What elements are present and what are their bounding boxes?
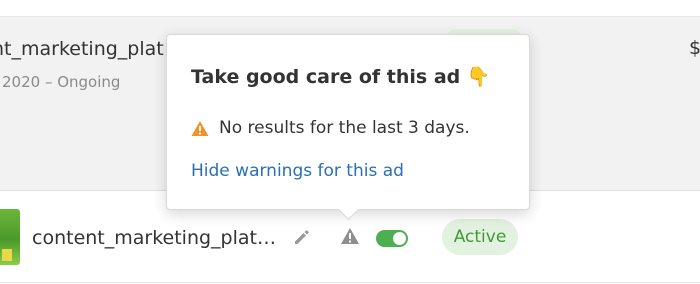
warning-message: No results for the last 3 days. <box>191 118 470 138</box>
hide-warnings-link[interactable]: Hide warnings for this ad <box>191 161 404 181</box>
budget-value: $ <box>689 37 700 59</box>
status-badge: Active <box>442 219 518 255</box>
pencil-icon[interactable] <box>292 227 312 247</box>
row-divider <box>0 282 700 283</box>
warning-triangle-icon <box>191 120 209 136</box>
tooltip-title: Take good care of this ad 👇 <box>191 66 491 88</box>
campaign-dates: 2020 – Ongoing <box>2 73 121 91</box>
toggle-knob <box>393 232 406 245</box>
warning-text: No results for the last 3 days. <box>219 118 470 138</box>
warning-icon[interactable] <box>340 226 360 246</box>
warning-tooltip: Take good care of this ad 👇 No results f… <box>166 34 530 221</box>
ad-active-toggle[interactable] <box>376 230 408 247</box>
ad-thumbnail[interactable] <box>0 209 20 265</box>
ad-name[interactable]: content_marketing_plat… <box>32 227 276 249</box>
table-top-border <box>0 0 700 17</box>
campaign-name[interactable]: nt_marketing_plat <box>0 38 164 60</box>
